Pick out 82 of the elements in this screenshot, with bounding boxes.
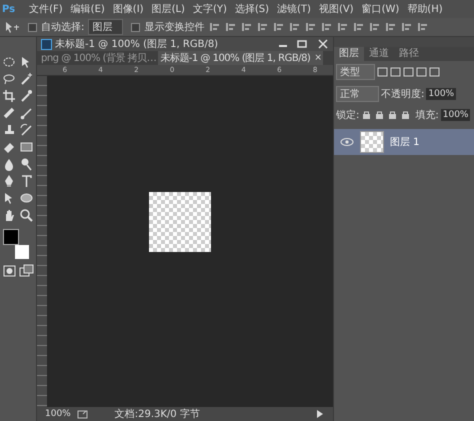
- marquee-icon[interactable]: [2, 55, 17, 69]
- lock-option-icon[interactable]: [387, 110, 398, 120]
- wand-icon[interactable]: [19, 72, 34, 86]
- align-icon[interactable]: [337, 22, 348, 32]
- transparent-layer: [149, 192, 211, 252]
- opacity-label: 不透明度:: [381, 88, 424, 101]
- align-icon[interactable]: [225, 22, 236, 32]
- menu-item[interactable]: 文件(F): [27, 2, 65, 16]
- filter-icon[interactable]: [429, 67, 440, 77]
- app-icon: [41, 38, 52, 50]
- layer-row[interactable]: 图层 1: [334, 129, 474, 155]
- menu-item[interactable]: 图层(L): [150, 2, 187, 16]
- align-icon[interactable]: [401, 22, 412, 32]
- filter-icon[interactable]: [390, 67, 401, 77]
- lock-option-icon[interactable]: [361, 110, 372, 120]
- eraser-icon[interactable]: [2, 140, 17, 154]
- document-icon[interactable]: [76, 410, 89, 418]
- menu-item[interactable]: 滤镜(T): [275, 2, 313, 16]
- move-tool-icon[interactable]: [4, 21, 20, 33]
- auto-select-dropdown[interactable]: 图层: [88, 19, 124, 35]
- tab-close-button[interactable]: ×: [314, 53, 322, 63]
- align-icon[interactable]: [369, 22, 380, 32]
- menu-item[interactable]: 文字(Y): [190, 2, 229, 16]
- align-icon[interactable]: [417, 22, 428, 32]
- fill-label: 填充:: [415, 108, 439, 122]
- menu-item[interactable]: 帮助(H): [405, 2, 445, 16]
- lock-option-icon[interactable]: [400, 110, 412, 120]
- checkbox[interactable]: [28, 22, 37, 32]
- window-title: 未标题-1 @ 100% (图层 1, RGB/8): [55, 38, 220, 51]
- stamp-icon[interactable]: [2, 123, 17, 137]
- align-icon[interactable]: [385, 22, 396, 32]
- zoom-icon[interactable]: [19, 208, 34, 222]
- document-tab[interactable]: png @ 100% (背景 拷贝…: [39, 51, 158, 65]
- brush-icon[interactable]: [19, 106, 34, 120]
- type-icon[interactable]: [19, 174, 34, 188]
- align-icon[interactable]: [321, 22, 332, 32]
- panel-tab[interactable]: 通道: [364, 47, 394, 61]
- background-color-swatch[interactable]: [15, 245, 29, 259]
- menu-item[interactable]: 视图(V): [316, 2, 356, 16]
- align-icon[interactable]: [209, 22, 220, 32]
- align-icon[interactable]: [257, 22, 268, 32]
- panel-tab[interactable]: 路径: [394, 47, 424, 61]
- document-info: 文档:29.3K/0 字节: [114, 408, 200, 421]
- show-transform-label: 显示变换控件: [144, 20, 204, 34]
- opacity-field[interactable]: 100%: [426, 88, 456, 100]
- align-icon[interactable]: [273, 22, 284, 32]
- checkbox[interactable]: [131, 22, 140, 32]
- align-icon[interactable]: [305, 22, 316, 32]
- align-icon[interactable]: [289, 22, 300, 32]
- layer-thumbnail: [360, 131, 384, 153]
- lock-label: 锁定:: [336, 108, 360, 122]
- menu-item[interactable]: 窗口(W): [360, 2, 402, 16]
- align-icon[interactable]: [353, 22, 364, 32]
- panel-tab[interactable]: 图层: [334, 47, 364, 61]
- align-icon[interactable]: [241, 22, 252, 32]
- blend-mode-dropdown[interactable]: 正常: [336, 86, 379, 102]
- history-brush-icon[interactable]: [19, 123, 34, 137]
- filter-icon[interactable]: [377, 67, 388, 77]
- document-tab[interactable]: 未标题-1 @ 100% (图层 1, RGB/8) ×: [158, 51, 324, 65]
- quick-mask-icon[interactable]: [2, 264, 17, 278]
- lasso-icon[interactable]: [2, 72, 17, 86]
- foreground-color-swatch[interactable]: [3, 229, 19, 245]
- eyedropper-icon[interactable]: [19, 89, 34, 103]
- crop-icon[interactable]: [2, 89, 17, 103]
- eye-icon[interactable]: [340, 137, 354, 147]
- filter-dropdown[interactable]: 类型: [336, 64, 375, 80]
- dodge-icon[interactable]: [19, 157, 34, 171]
- screen-mode-icon[interactable]: [19, 264, 34, 278]
- fill-field[interactable]: 100%: [440, 109, 470, 121]
- filter-icon[interactable]: [416, 67, 427, 77]
- menu-item[interactable]: 编辑(E): [68, 2, 107, 16]
- menu-item[interactable]: 选择(S): [232, 2, 272, 16]
- menu-item[interactable]: 图像(I): [110, 2, 146, 16]
- gradient-icon[interactable]: [19, 140, 34, 154]
- ellipse-icon[interactable]: [19, 191, 34, 205]
- play-icon[interactable]: [316, 410, 324, 418]
- zoom-level[interactable]: 100%: [45, 409, 71, 419]
- app-logo[interactable]: Ps: [2, 4, 16, 14]
- lock-option-icon[interactable]: [374, 110, 386, 120]
- filter-icon[interactable]: [403, 67, 414, 77]
- auto-select-label: 自动选择:: [41, 20, 84, 34]
- layer-name: 图层 1: [390, 136, 420, 149]
